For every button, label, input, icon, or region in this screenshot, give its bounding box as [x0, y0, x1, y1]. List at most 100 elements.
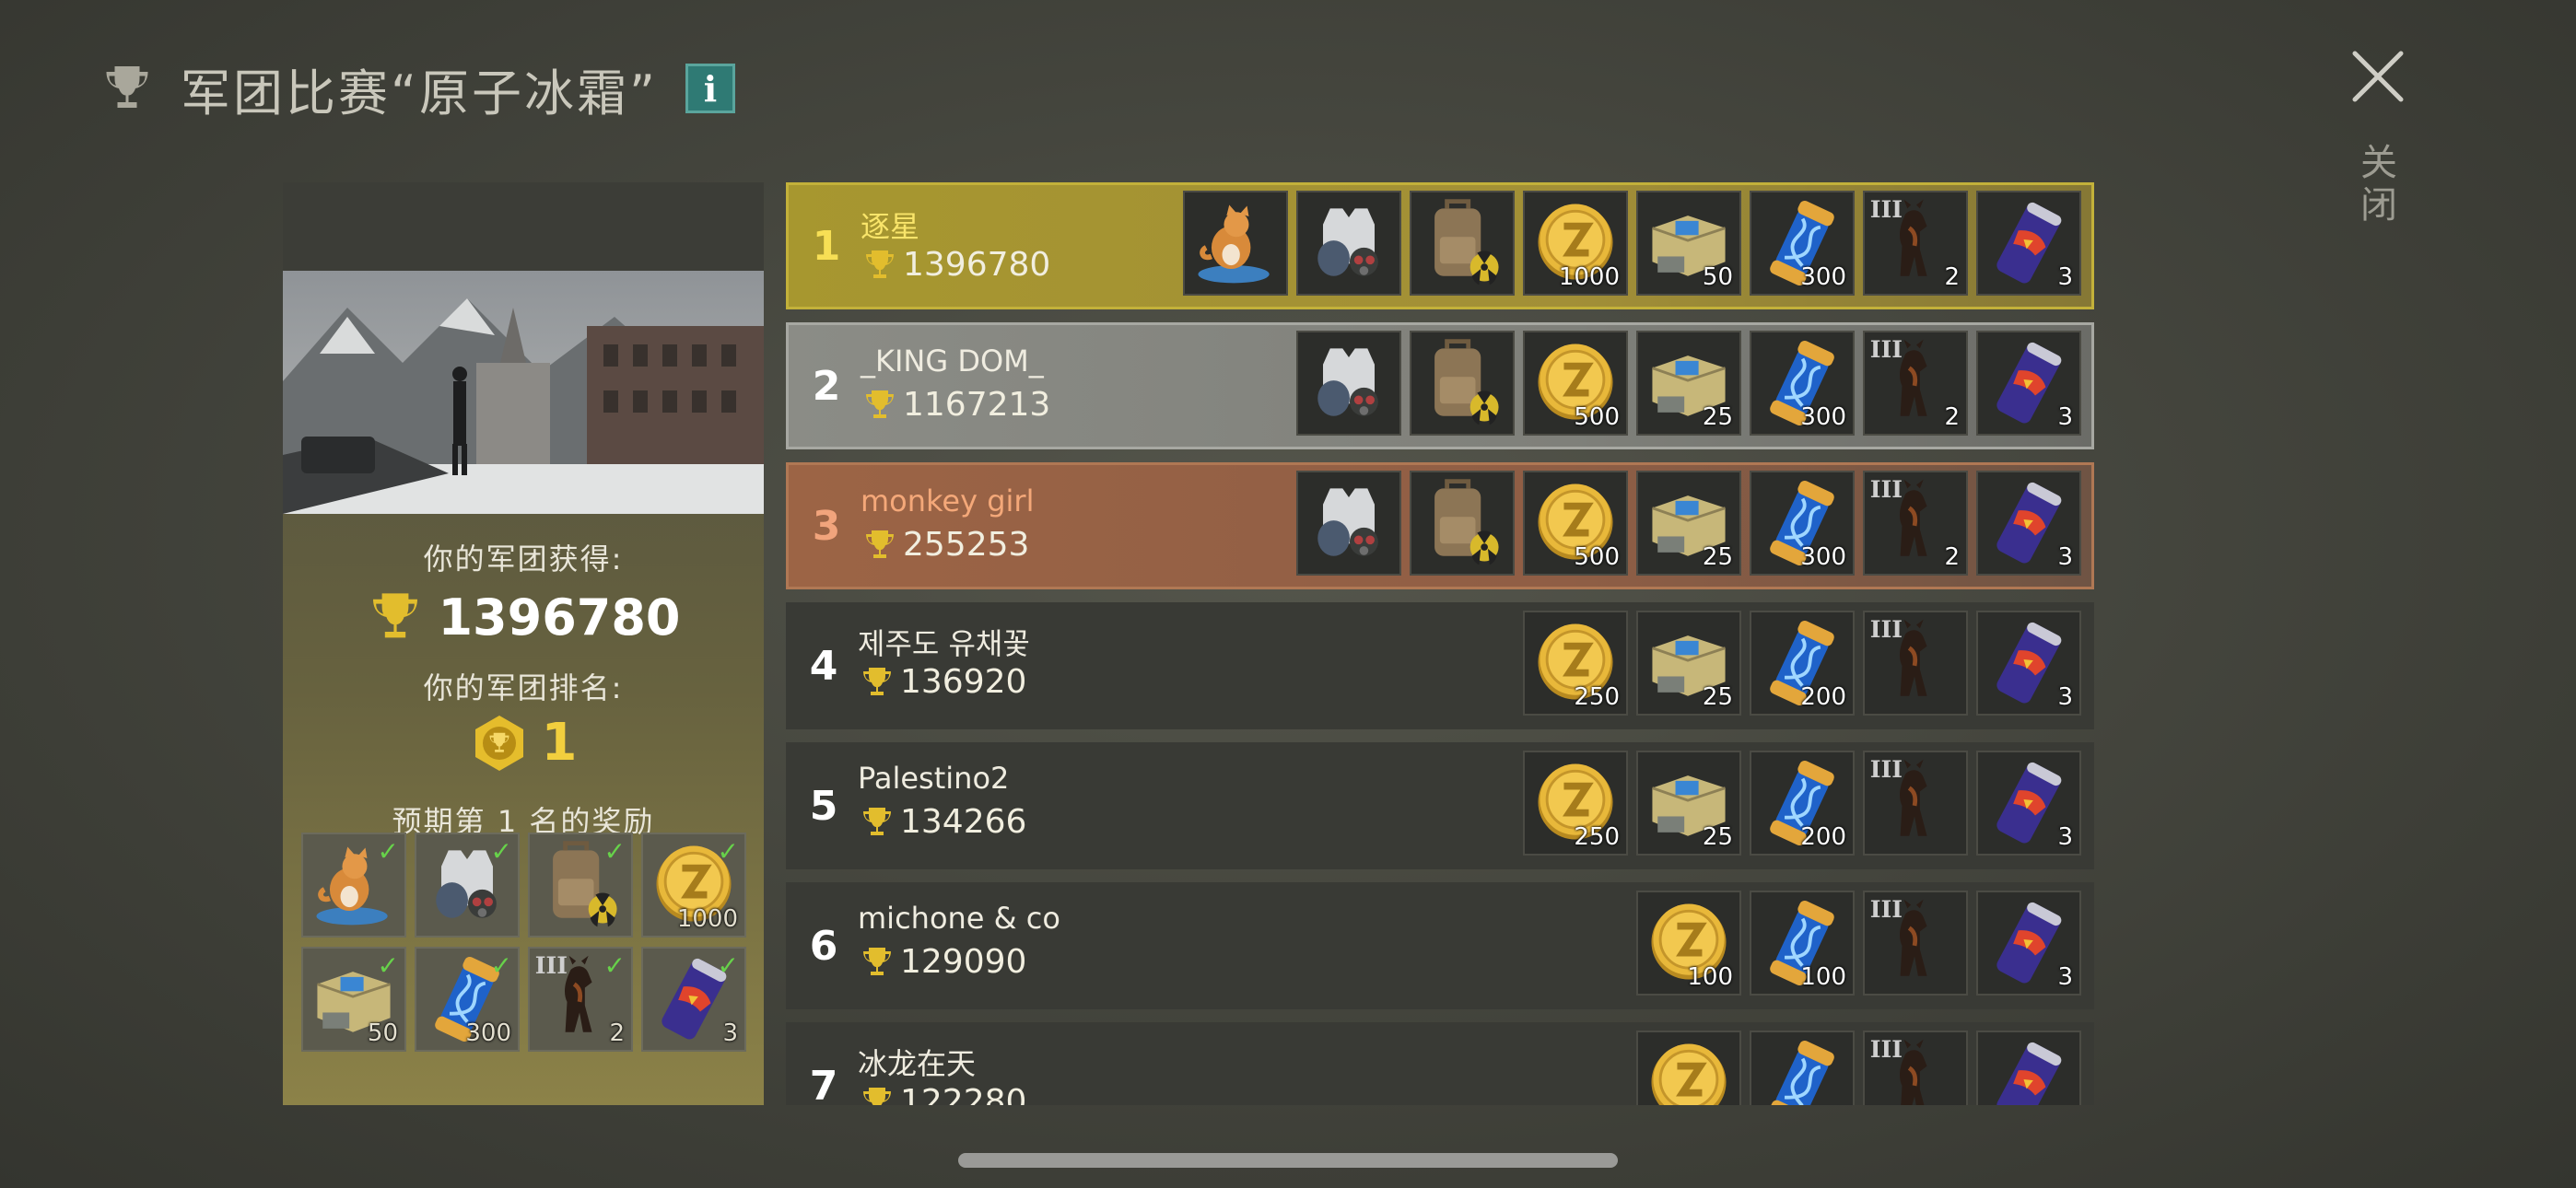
home-indicator[interactable]: [958, 1153, 1618, 1168]
reward-slot[interactable]: 250: [1523, 611, 1628, 716]
reward-slot[interactable]: 500: [1523, 331, 1628, 436]
reward-slot[interactable]: [1863, 1031, 1968, 1105]
reward-slot[interactable]: 3: [1976, 191, 2081, 296]
reward-slot[interactable]: [1863, 751, 1968, 856]
page-title: 军团比赛“原子冰霜”: [181, 64, 658, 122]
reward-slots: [1636, 1031, 2081, 1105]
reward-slot[interactable]: 50: [1636, 191, 1741, 296]
leaderboard-row[interactable]: 7 冰龙在天 122280: [786, 1022, 2094, 1105]
guild-name[interactable]: monkey girl: [861, 483, 1034, 518]
summary-panel: 你的军团获得: 1396780 你的军团排名: 1 预期第 1 名的奖励 ✓ ✓ ✓…: [283, 182, 764, 1105]
reward-slot[interactable]: 3 ✓: [641, 947, 746, 1052]
radiation-backpack-icon: [1411, 332, 1513, 434]
reward-slot[interactable]: 3: [1976, 331, 2081, 436]
rank-label: 你的军团排名:: [423, 670, 624, 705]
reward-slot[interactable]: 2 ✓: [528, 947, 633, 1052]
reward-slot[interactable]: 25: [1636, 471, 1741, 576]
reward-quantity: 3: [2057, 963, 2073, 991]
check-icon: ✓: [603, 836, 626, 867]
reward-slot[interactable]: 2: [1863, 191, 1968, 296]
earned-score: 1396780: [283, 588, 764, 646]
trophy-icon: [100, 61, 155, 116]
reward-slot[interactable]: 300: [1750, 471, 1855, 576]
reward-slot[interactable]: 25: [1636, 611, 1741, 716]
trophy-icon: [366, 588, 425, 646]
leaderboard-row[interactable]: 3 monkey girl 255253 500 25 300 2 3: [786, 462, 2094, 589]
guild-name[interactable]: Palestino2: [858, 761, 1009, 796]
reward-slot[interactable]: [1296, 471, 1401, 576]
reward-slot[interactable]: [1750, 1031, 1855, 1105]
reward-quantity: 1000: [676, 905, 738, 933]
reward-quantity: 250: [1574, 683, 1620, 711]
reward-slot[interactable]: 300 ✓: [415, 947, 520, 1052]
trophy-icon: [858, 944, 896, 981]
reward-slot[interactable]: 3: [1976, 611, 2081, 716]
reward-slot[interactable]: 3: [1976, 471, 2081, 576]
reward-slot[interactable]: [1863, 891, 1968, 996]
reward-quantity: 3: [2057, 403, 2073, 431]
reward-slot[interactable]: [1863, 611, 1968, 716]
reward-slot[interactable]: 200: [1750, 751, 1855, 856]
guild-score: 122280: [858, 1083, 1026, 1105]
reward-slot[interactable]: [1410, 331, 1515, 436]
reward-slot[interactable]: [1296, 191, 1401, 296]
reward-slot[interactable]: [1183, 191, 1288, 296]
reward-slot[interactable]: 1000 ✓: [641, 833, 746, 938]
reward-slot[interactable]: 3: [1976, 891, 2081, 996]
reward-slot[interactable]: ✓: [415, 833, 520, 938]
leaderboard-row[interactable]: 6 michone & co 129090 100 100 3: [786, 882, 2094, 1009]
reward-quantity: 200: [1800, 683, 1846, 711]
leaderboard-list[interactable]: 1 逐星 1396780 1000 50 300 2 3 2 _KING DOM_ 1167213 5…: [786, 182, 2094, 1105]
reward-slot[interactable]: 2: [1863, 331, 1968, 436]
reward-quantity: 1000: [1558, 263, 1620, 291]
rank-value: 1: [541, 713, 578, 773]
reward-slot[interactable]: 2: [1863, 471, 1968, 576]
rank-number: 5: [809, 782, 838, 830]
info-button[interactable]: i: [685, 64, 735, 113]
reward-quantity: 2: [1944, 263, 1960, 291]
dog-icon: [1865, 612, 1966, 714]
reward-slot[interactable]: 1000: [1523, 191, 1628, 296]
reward-slot[interactable]: 50 ✓: [301, 947, 406, 1052]
header: 军团比赛“原子冰霜” i: [100, 53, 735, 123]
reward-slot[interactable]: 25: [1636, 331, 1741, 436]
reward-slot[interactable]: 500: [1523, 471, 1628, 576]
reward-slots: 1000 50 300 2 3: [1183, 191, 2081, 296]
reward-slot[interactable]: [1636, 1031, 1741, 1105]
leaderboard-row[interactable]: 4 제주도 유채꽃 136920 250 25 200 3: [786, 602, 2094, 729]
reward-quantity: 2: [609, 1019, 625, 1047]
reward-slot[interactable]: 300: [1750, 331, 1855, 436]
check-icon: ✓: [717, 950, 739, 981]
reward-quantity: 100: [1800, 963, 1846, 991]
reward-slot[interactable]: 100: [1750, 891, 1855, 996]
guild-name[interactable]: _KING DOM_: [861, 344, 1044, 379]
guild-name[interactable]: 冰龙在天: [858, 1041, 976, 1083]
reward-slot[interactable]: 25: [1636, 751, 1741, 856]
rank-number: 4: [809, 642, 838, 690]
rank-number: 7: [809, 1062, 838, 1106]
reward-slot[interactable]: 300: [1750, 191, 1855, 296]
reward-slot[interactable]: 250: [1523, 751, 1628, 856]
score-value: 122280: [900, 1083, 1027, 1105]
reward-slot[interactable]: [1410, 191, 1515, 296]
reward-slot[interactable]: ✓: [301, 833, 406, 938]
guild-name[interactable]: 제주도 유채꽃: [858, 621, 1030, 663]
reward-slot[interactable]: 100: [1636, 891, 1741, 996]
reward-slot[interactable]: [1976, 1031, 2081, 1105]
reward-slot[interactable]: 200: [1750, 611, 1855, 716]
close-icon[interactable]: [2349, 48, 2406, 105]
reward-slots: 250 25 200 3: [1523, 751, 2081, 856]
reward-slot[interactable]: [1296, 331, 1401, 436]
leaderboard-row[interactable]: 5 Palestino2 134266 250 25 200 3: [786, 742, 2094, 869]
leaderboard-row[interactable]: 1 逐星 1396780 1000 50 300 2 3: [786, 182, 2094, 309]
reward-slots: 500 25 300 2 3: [1296, 471, 2081, 576]
close-label[interactable]: 关闭: [2355, 142, 2403, 227]
reward-quantity: 3: [2057, 543, 2073, 571]
reward-slot[interactable]: ✓: [528, 833, 633, 938]
check-icon: ✓: [490, 950, 512, 981]
guild-name[interactable]: michone & co: [858, 901, 1060, 936]
reward-slot[interactable]: [1410, 471, 1515, 576]
guild-name[interactable]: 逐星: [861, 204, 919, 246]
reward-slot[interactable]: 3: [1976, 751, 2081, 856]
leaderboard-row[interactable]: 2 _KING DOM_ 1167213 500 25 300 2 3: [786, 322, 2094, 449]
